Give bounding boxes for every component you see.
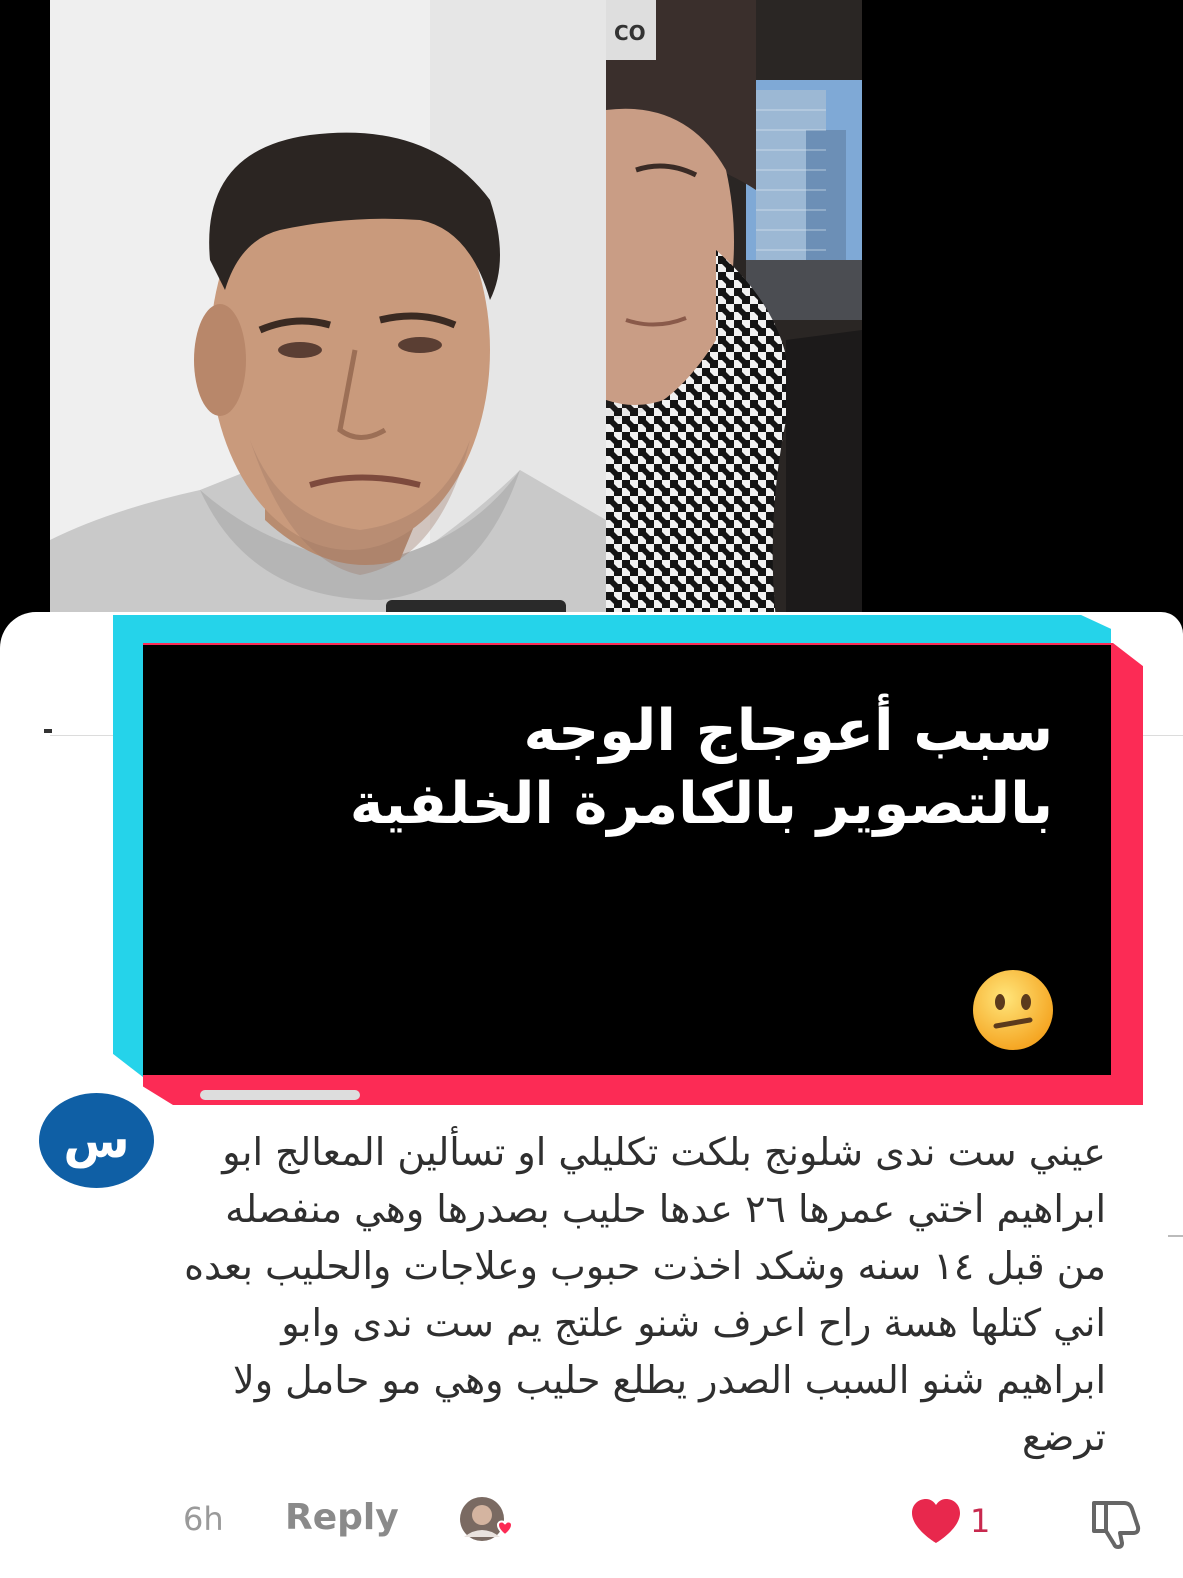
video-right-person: CO	[606, 0, 862, 620]
like-count: 1	[970, 1502, 991, 1540]
woman-video-illustration: CO	[606, 0, 862, 620]
overlay-title-line-1: سبب أعوجاج الوجه	[523, 698, 1053, 764]
reply-button[interactable]: Reply	[285, 1497, 399, 1538]
dislike-icon[interactable]	[1088, 1497, 1142, 1549]
creator-liked-avatar-icon	[460, 1497, 514, 1541]
scroll-indicator[interactable]	[1168, 1235, 1183, 1237]
video-left-person	[50, 0, 606, 620]
comment-timestamp: 6h	[183, 1500, 224, 1538]
commenter-avatar[interactable]: س	[39, 1093, 154, 1188]
title-overlay: سبب أعوجاج الوجه بالتصوير بالكامرة الخلف…	[113, 615, 1143, 1105]
heart-like-icon[interactable]	[908, 1497, 964, 1547]
neutral-face-emoji-icon	[973, 970, 1053, 1050]
sheet-marker	[44, 729, 52, 733]
avatar-letter: س	[63, 1112, 130, 1169]
overlay-title: سبب أعوجاج الوجه بالتصوير بالكامرة الخلف…	[173, 695, 1053, 841]
svg-text:CO: CO	[614, 21, 646, 45]
comment-username-faded	[200, 1090, 360, 1100]
man-video-illustration	[50, 0, 606, 620]
comment-body: عيني ست ندى شلونج بلكت تكليلي او تسألين …	[184, 1130, 1106, 1459]
video-frame: CO	[0, 0, 1183, 620]
overlay-title-line-2: بالتصوير بالكامرة الخلفية	[349, 771, 1053, 837]
